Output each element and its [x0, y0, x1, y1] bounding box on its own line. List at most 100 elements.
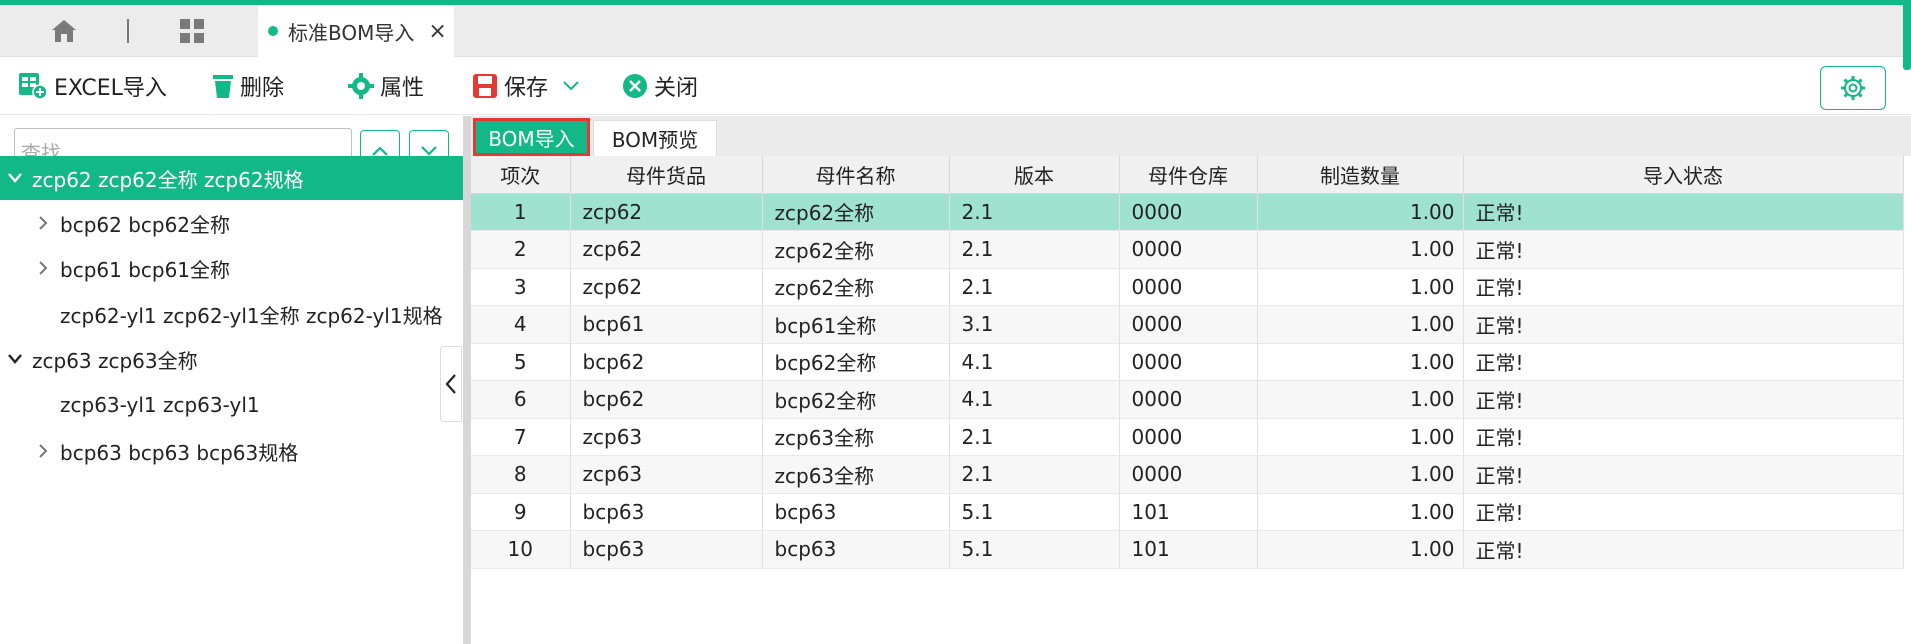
save-button[interactable]: 保存 — [472, 57, 586, 115]
table-cell: bcp62全称 — [762, 380, 950, 419]
close-button[interactable]: 关闭 — [622, 57, 698, 115]
tree-node[interactable]: zcp63 zcp63全称 — [0, 337, 463, 381]
table-cell: bcp61全称 — [762, 305, 950, 344]
toolbar: EXCEL导入 删除 属性 保存 关闭 — [0, 57, 1911, 115]
tab-bom-preview[interactable]: BOM预览 — [593, 120, 717, 156]
table-cell: zcp62全称 — [762, 230, 950, 269]
subtab-bar: BOM导入 BOM预览 — [471, 116, 1911, 156]
table-cell: 7 — [471, 418, 571, 456]
table-cell: 0000 — [1119, 343, 1258, 381]
table-cell: 0000 — [1119, 268, 1258, 306]
table-cell: 正常! — [1463, 230, 1904, 269]
column-header[interactable]: 制造数量 — [1257, 156, 1464, 194]
table-row[interactable]: 8 zcp63 zcp63全称 2.1 0000 1.00 正常! — [471, 455, 1904, 494]
table-cell: zcp62全称 — [762, 268, 950, 306]
table-cell: zcp63 — [570, 418, 763, 456]
table-cell: 8 — [471, 455, 571, 494]
tree-node[interactable]: zcp63-yl1 zcp63-yl1 — [0, 383, 463, 427]
table-row[interactable]: 7 zcp63 zcp63全称 2.1 0000 1.00 正常! — [471, 418, 1904, 456]
tree-node-label: zcp62-yl1 zcp62-yl1全称 zcp62-yl1规格 — [60, 303, 443, 328]
table-cell: bcp63 — [570, 530, 763, 569]
table-row[interactable]: 3 zcp62 zcp62全称 2.1 0000 1.00 正常! — [471, 268, 1904, 306]
panel-splitter[interactable] — [463, 116, 471, 644]
table-cell: 正常! — [1463, 305, 1904, 344]
table-row[interactable]: 2 zcp62 zcp62全称 2.1 0000 1.00 正常! — [471, 230, 1904, 269]
home-icon[interactable] — [44, 5, 84, 57]
table-cell: zcp62全称 — [762, 193, 950, 231]
table-cell: 5.1 — [949, 530, 1120, 569]
delete-button[interactable]: 删除 — [212, 57, 284, 115]
tree-node[interactable]: bcp63 bcp63 bcp63规格 — [0, 429, 463, 473]
tree-node-label: zcp63-yl1 zcp63-yl1 — [60, 393, 260, 417]
settings-button[interactable] — [1820, 66, 1886, 110]
column-header[interactable]: 项次 — [471, 156, 571, 194]
tree-node-label: zcp63 zcp63全称 — [32, 348, 198, 373]
table-cell: 1.00 — [1257, 530, 1464, 569]
table-cell: zcp63全称 — [762, 418, 950, 456]
table-cell: 9 — [471, 493, 571, 531]
close-tab-icon[interactable]: × — [428, 19, 446, 44]
table-cell: 1.00 — [1257, 455, 1464, 494]
table-cell: 1.00 — [1257, 380, 1464, 419]
tab-standard-bom-import[interactable]: 标准BOM导入 × — [258, 5, 454, 57]
chevron-right-icon[interactable] — [32, 443, 54, 459]
properties-button[interactable]: 属性 — [348, 57, 424, 115]
table-cell: 正常! — [1463, 530, 1904, 569]
tab-bom-import[interactable]: BOM导入 — [473, 118, 590, 156]
column-header[interactable]: 母件货品 — [570, 156, 763, 194]
table-cell: 3.1 — [949, 305, 1120, 344]
table-cell: 5.1 — [949, 493, 1120, 531]
table-cell: 4 — [471, 305, 571, 344]
table-cell: bcp62 — [570, 343, 763, 381]
close-label: 关闭 — [654, 76, 699, 101]
column-header[interactable]: 母件名称 — [762, 156, 950, 194]
chevron-right-icon[interactable] — [32, 215, 54, 231]
table-row[interactable]: 6 bcp62 bcp62全称 4.1 0000 1.00 正常! — [471, 380, 1904, 419]
column-header[interactable]: 导入状态 — [1463, 156, 1904, 194]
column-header[interactable]: 版本 — [949, 156, 1120, 194]
table-cell: 1.00 — [1257, 230, 1464, 269]
save-label: 保存 — [504, 76, 549, 101]
page-scrollbar[interactable] — [1903, 0, 1911, 70]
table-cell: 2 — [471, 230, 571, 269]
table-row[interactable]: 4 bcp61 bcp61全称 3.1 0000 1.00 正常! — [471, 305, 1904, 344]
table-cell: 6 — [471, 380, 571, 419]
chevron-down-icon[interactable] — [4, 172, 26, 184]
table-cell: 1.00 — [1257, 305, 1464, 344]
tab-bar: 标准BOM导入 × — [0, 5, 1911, 57]
table-row[interactable]: 5 bcp62 bcp62全称 4.1 0000 1.00 正常! — [471, 343, 1904, 381]
tree-node[interactable]: bcp61 bcp61全称 — [0, 246, 463, 290]
chevron-down-icon[interactable] — [4, 353, 26, 365]
table-cell: 0000 — [1119, 230, 1258, 269]
table-cell: 2.1 — [949, 268, 1120, 306]
tree-node[interactable]: bcp62 bcp62全称 — [0, 201, 463, 245]
column-header[interactable]: 母件仓库 — [1119, 156, 1258, 194]
apps-grid-icon[interactable] — [172, 5, 212, 57]
excel-import-label: EXCEL导入 — [54, 76, 167, 101]
settings-gear-icon — [1841, 76, 1865, 100]
table-row[interactable]: 10 bcp63 bcp63 5.1 101 1.00 正常! — [471, 530, 1904, 569]
table-cell: 正常! — [1463, 418, 1904, 456]
chevron-right-icon[interactable] — [32, 260, 54, 276]
table-row[interactable]: 1 zcp62 zcp62全称 2.1 0000 1.00 正常! — [471, 193, 1904, 231]
tree-node[interactable]: zcp62-yl1 zcp62-yl1全称 zcp62-yl1规格 — [0, 292, 463, 336]
table-cell: 101 — [1119, 530, 1258, 569]
table-cell: 1.00 — [1257, 193, 1464, 231]
table-cell: bcp62 — [570, 380, 763, 419]
table-row[interactable]: 9 bcp63 bcp63 5.1 101 1.00 正常! — [471, 493, 1904, 531]
table-cell: 2.1 — [949, 230, 1120, 269]
tab-separator — [126, 5, 130, 57]
table-cell: 0000 — [1119, 380, 1258, 419]
chevron-down-icon[interactable] — [562, 80, 580, 92]
tree-node[interactable]: zcp62 zcp62全称 zcp62规格 — [0, 156, 463, 200]
table-cell: bcp61 — [570, 305, 763, 344]
excel-import-button[interactable]: EXCEL导入 — [18, 57, 167, 115]
table-cell: 0000 — [1119, 455, 1258, 494]
table-cell: 正常! — [1463, 268, 1904, 306]
collapse-panel-button[interactable] — [440, 346, 462, 422]
table-cell: 10 — [471, 530, 571, 569]
table-cell: zcp62 — [570, 268, 763, 306]
table-cell: zcp63 — [570, 455, 763, 494]
table-cell: 2.1 — [949, 418, 1120, 456]
floppy-disk-icon — [473, 74, 497, 98]
